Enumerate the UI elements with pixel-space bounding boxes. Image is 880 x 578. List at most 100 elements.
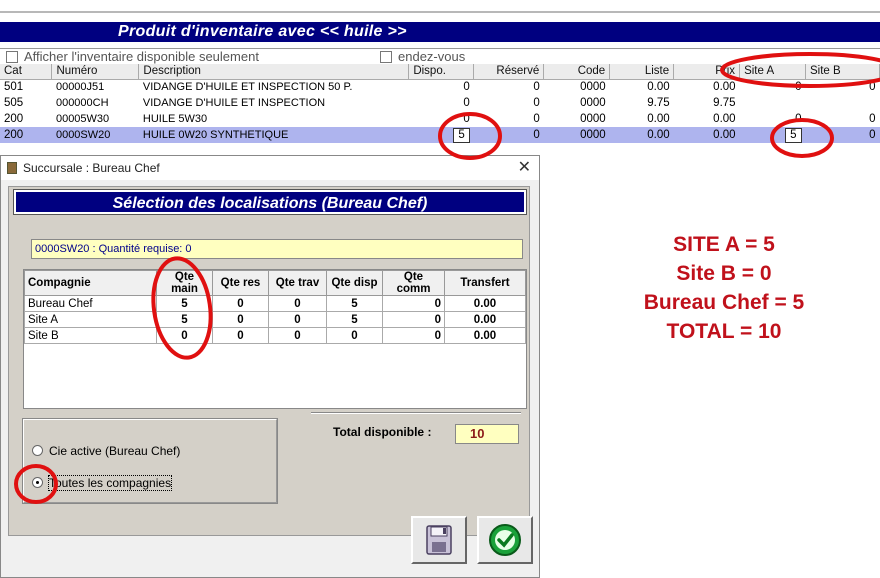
col-header-qte-disp: Qte disp [326, 270, 383, 296]
dispo-value: 5 [453, 127, 470, 143]
location-row[interactable]: Bureau Chef 5 0 0 5 0 0.00 [24, 295, 526, 312]
radio-all-companies[interactable]: Toutes les compagnies [32, 475, 173, 491]
cell-qte-disp: 5 [326, 311, 383, 328]
available-only-checkbox[interactable] [6, 51, 18, 63]
col-header-site-a[interactable]: Site A [739, 64, 806, 80]
filter-bar: Afficher l'inventaire disponible seuleme… [0, 48, 880, 64]
cell-company: Bureau Chef [24, 295, 157, 312]
locations-panel: Compagnie Qte main Qte res Qte trav Qte … [23, 269, 527, 409]
col-header-site-b[interactable]: Site B [805, 64, 880, 80]
col-header-qte-comm: Qte comm [382, 270, 445, 296]
cell-qte-main: 5 [156, 295, 213, 312]
dialog-body: Sélection des localisations (Bureau Chef… [8, 186, 530, 536]
cell-qte-res: 0 [212, 327, 269, 344]
locations-table: Compagnie Qte main Qte res Qte trav Qte … [24, 270, 526, 344]
location-row[interactable]: Site B 0 0 0 0 0 0.00 [24, 327, 526, 344]
cell-company: Site B [24, 327, 157, 344]
col-header-cat[interactable]: Cat [0, 64, 53, 80]
radio-active-label: Cie active (Bureau Chef) [49, 444, 181, 458]
cell-site-b [806, 95, 880, 111]
cell-liste: 0.00 [609, 127, 674, 143]
annotation-note: SITE A = 5 Site B = 0 Bureau Chef = 5 TO… [594, 230, 854, 346]
table-row[interactable]: 501 00000J51 VIDANGE D'HUILE ET INSPECTI… [0, 79, 880, 95]
close-button[interactable]: ✕ [518, 156, 531, 180]
locations-header-row: Compagnie Qte main Qte res Qte trav Qte … [24, 270, 526, 296]
cell-cat: 200 [4, 113, 24, 125]
col-header-dispo[interactable]: Dispo. [408, 64, 475, 80]
note-line: SITE A = 5 [673, 233, 775, 256]
cell-site-a [740, 95, 806, 111]
app-icon [7, 162, 17, 174]
table-row-selected[interactable]: 200 0000SW20 HUILE 0W20 SYNTHETIQUE 5 0 … [0, 127, 880, 143]
table-row[interactable]: 200 00005W30 HUILE 5W30 0 0 0000 0.00 0.… [0, 111, 880, 127]
cell-reserve: 0 [533, 81, 540, 94]
radio-active-company[interactable]: Cie active (Bureau Chef) [32, 444, 180, 458]
company-scope-group: Cie active (Bureau Chef) Toutes les comp… [22, 418, 278, 504]
cell-description: VIDANGE D'HUILE ET INSPECTION 50 P. [142, 81, 353, 94]
cell-transfert[interactable]: 0.00 [444, 327, 526, 344]
cell-qte-comm: 0 [382, 311, 445, 328]
appointments-label: endez-vous [398, 49, 466, 64]
note-line: Site B = 0 [676, 262, 772, 285]
cell-dispo: 0 [463, 97, 470, 109]
dialog-header: Sélection des localisations (Bureau Chef… [13, 189, 527, 215]
cell-liste: 0.00 [647, 81, 670, 94]
cell-qte-main: 5 [156, 311, 213, 328]
floppy-disk-icon [426, 525, 452, 555]
col-header-qte-trav: Qte trav [268, 270, 327, 296]
window-title-bar: Produit d'inventaire avec << huile >> [0, 22, 880, 42]
cell-company: Site A [24, 311, 157, 328]
col-header-description[interactable]: Description [138, 64, 410, 80]
green-check-icon [489, 524, 521, 556]
cell-cat: 501 [4, 81, 24, 94]
cell-prix: 9.75 [713, 97, 736, 109]
cell-numero: 0000SW20 [51, 127, 139, 143]
col-header-transfert: Transfert [444, 270, 526, 296]
col-header-code[interactable]: Code [543, 64, 611, 80]
note-line: Bureau Chef = 5 [643, 291, 805, 314]
cell-qte-trav: 0 [268, 311, 327, 328]
note-line: TOTAL = 10 [666, 320, 782, 343]
col-header-compagnie: Compagnie [24, 270, 157, 296]
cell-dispo: 5 [408, 127, 474, 143]
cell-qte-trav: 0 [268, 327, 327, 344]
appointments-checkbox[interactable] [380, 51, 392, 63]
col-header-prix[interactable]: Prix [673, 64, 741, 80]
cell-code: 0000 [580, 81, 606, 94]
cell-qte-res: 0 [212, 295, 269, 312]
ok-button[interactable] [477, 516, 533, 564]
cell-cat: 505 [4, 97, 24, 109]
cell-code: 0000 [580, 113, 606, 125]
cell-numero: 000000CH [55, 97, 109, 109]
cell-code: 0000 [580, 97, 606, 109]
cell-dispo: 0 [463, 113, 470, 125]
col-header-liste[interactable]: Liste [609, 64, 675, 80]
top-strip [0, 0, 880, 22]
cell-qte-comm: 0 [382, 327, 445, 344]
cell-transfert[interactable]: 0.00 [444, 295, 526, 312]
col-header-numero[interactable]: Numéro [51, 64, 140, 80]
dialog-title: Succursale : Bureau Chef [23, 161, 160, 175]
inventory-table: Cat Numéro Description Dispo. Réservé Co… [0, 64, 880, 143]
location-row[interactable]: Site A 5 0 0 5 0 0.00 [24, 311, 526, 328]
cell-qte-comm: 0 [382, 295, 445, 312]
cell-liste: 9.75 [647, 97, 670, 109]
cell-dispo: 0 [463, 81, 470, 94]
radio-button-checked[interactable] [32, 477, 43, 488]
site-a-value: 5 [785, 127, 802, 143]
cell-description: HUILE 0W20 SYNTHETIQUE [138, 127, 409, 143]
cell-reserve: 0 [473, 127, 544, 143]
total-available-value: 10 [455, 424, 519, 444]
radio-button[interactable] [32, 445, 43, 456]
cell-transfert[interactable]: 0.00 [444, 311, 526, 328]
dialog-titlebar: Succursale : Bureau Chef ✕ [1, 156, 539, 180]
cell-prix: 0.00 [713, 81, 736, 94]
cell-site-a: 5 [739, 127, 806, 143]
table-row[interactable]: 505 000000CH VIDANGE D'HUILE ET INSPECTI… [0, 95, 880, 111]
cell-reserve: 0 [533, 113, 540, 125]
save-button[interactable] [411, 516, 467, 564]
col-header-reserve[interactable]: Réservé [473, 64, 545, 80]
col-header-qte-main: Qte main [156, 270, 213, 296]
cell-liste: 0.00 [647, 113, 670, 125]
available-only-label: Afficher l'inventaire disponible seuleme… [24, 49, 259, 64]
